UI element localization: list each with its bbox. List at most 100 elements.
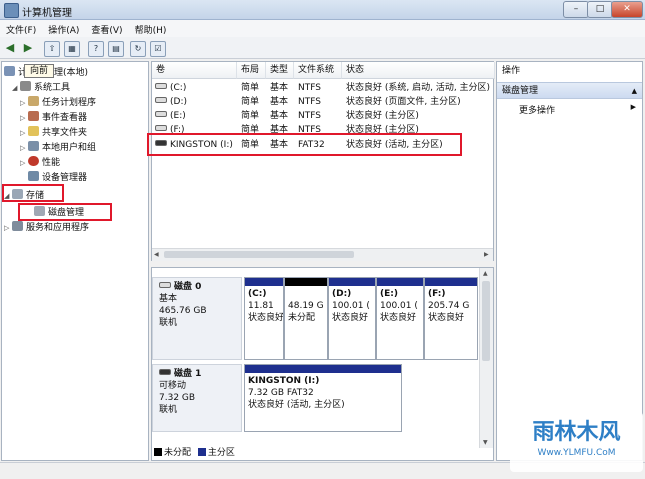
horizontal-scrollbar[interactable]: ◀ ▶ bbox=[152, 248, 493, 261]
navigation-tree: 计算机管理(本地) ◢系统工具 ▷任务计划程序 ▷事件查看器 ▷共享文件夹 ▷本… bbox=[1, 61, 149, 461]
more-actions-label: 更多操作 bbox=[519, 106, 556, 116]
partition-e[interactable]: (E:) 100.01 (状态良好 bbox=[376, 277, 424, 360]
partition-label: (F:) bbox=[428, 289, 446, 299]
tree-item-event-viewer[interactable]: ▷ 事件查看器 bbox=[20, 111, 87, 125]
tree-item-label: 本地用户和组 bbox=[42, 143, 97, 153]
vertical-scrollbar[interactable]: ▲ ▼ bbox=[479, 268, 493, 448]
primary-partition-bar bbox=[377, 278, 423, 286]
partition-size: 205.74 G bbox=[428, 301, 470, 311]
tree-item-local-users[interactable]: ▷ 本地用户和组 bbox=[20, 141, 96, 155]
primary-partition-bar bbox=[425, 278, 477, 286]
maximize-button[interactable]: □ bbox=[587, 1, 613, 18]
tree-item-label: 事件查看器 bbox=[42, 113, 88, 123]
collapse-arrow-icon[interactable]: ◢ bbox=[12, 81, 20, 95]
title-bar: 计算机管理 – □ ✕ bbox=[0, 0, 645, 20]
highlight-storage bbox=[2, 184, 64, 202]
menu-file[interactable]: 文件(F) bbox=[0, 20, 42, 36]
tree-item-system-tools[interactable]: ◢ 系统工具 bbox=[12, 81, 70, 95]
tree-item-services-apps[interactable]: ▷ 服务和应用程序 bbox=[4, 221, 89, 235]
properties-icon[interactable]: ▤ bbox=[108, 41, 124, 57]
more-actions-item[interactable]: 更多操作 bbox=[519, 103, 555, 116]
column-header-type[interactable]: 类型 bbox=[266, 62, 294, 79]
actions-title: 操作 bbox=[502, 66, 521, 76]
expand-arrow-icon[interactable]: ▷ bbox=[4, 221, 12, 235]
volume-name: (C:) bbox=[170, 83, 187, 93]
table-row[interactable]: (D:) 简单 基本 NTFS 状态良好 (页面文件, 主分区) bbox=[152, 95, 495, 109]
partition-size: 48.19 G bbox=[288, 301, 324, 311]
column-header-volume[interactable]: 卷 bbox=[152, 62, 237, 79]
scrollbar-thumb[interactable] bbox=[482, 281, 490, 361]
refresh-icon[interactable]: ↻ bbox=[130, 41, 146, 57]
export-list-icon[interactable]: ☑ bbox=[150, 41, 166, 57]
device-manager-icon bbox=[28, 171, 39, 181]
disk0-info[interactable]: 磁盘 0 基本 465.76 GB 联机 bbox=[152, 277, 242, 360]
disk-layout-area: 磁盘 0 基本 465.76 GB 联机 (C:) 11.81 状态良好 48.19… bbox=[151, 267, 494, 461]
column-header-filesystem[interactable]: 文件系统 bbox=[294, 62, 342, 79]
table-row[interactable]: (E:) 简单 基本 NTFS 状态良好 (主分区) bbox=[152, 109, 495, 123]
partition-status: 状态良好 bbox=[332, 313, 369, 323]
partition-f[interactable]: (F:) 205.74 G 状态良好 bbox=[424, 277, 478, 360]
partition-label: KINGSTON (I:) bbox=[248, 376, 320, 386]
disk1-kind: 可移动 bbox=[159, 381, 187, 391]
up-folder-icon[interactable]: ⇧ bbox=[44, 41, 60, 57]
menu-view[interactable]: 查看(V) bbox=[85, 20, 128, 36]
scroll-left-icon[interactable]: ◀ bbox=[154, 251, 161, 258]
volume-list: 卷 布局 类型 文件系统 状态 (C:) 简单 基本 NTFS 状态良好 (系统… bbox=[151, 61, 495, 261]
disk1-name: 磁盘 1 bbox=[174, 369, 202, 379]
disk1-state: 联机 bbox=[159, 405, 178, 415]
tree-item-performance[interactable]: ▷ 性能 bbox=[20, 156, 60, 170]
tree-item-shared-folders[interactable]: ▷ 共享文件夹 bbox=[20, 126, 87, 140]
expand-arrow-icon[interactable]: ▷ bbox=[20, 111, 28, 125]
help-icon[interactable]: ? bbox=[88, 41, 104, 57]
partition-d[interactable]: (D:) 100.01 ( 状态良好 bbox=[328, 277, 376, 360]
volume-layout: 简单 bbox=[241, 83, 260, 93]
primary-swatch bbox=[197, 448, 206, 456]
tree-item-label: 设备管理器 bbox=[42, 173, 88, 183]
tree-item-label: 性能 bbox=[42, 158, 61, 168]
partition-status: 状态良好 bbox=[428, 313, 465, 323]
partition-label: (E:) bbox=[380, 289, 398, 299]
partition-label: (D:) bbox=[332, 289, 352, 299]
collapse-up-icon[interactable]: ▲ bbox=[632, 83, 637, 100]
partition-c[interactable]: (C:) 11.81 状态良好 bbox=[244, 277, 284, 360]
scroll-right-icon[interactable]: ▶ bbox=[484, 251, 491, 258]
expand-arrow-icon[interactable]: ▷ bbox=[20, 141, 28, 155]
expand-arrow-icon[interactable]: ▷ bbox=[20, 96, 28, 110]
computer-management-icon bbox=[4, 3, 19, 18]
minimize-button[interactable]: – bbox=[563, 1, 589, 18]
window-title: 计算机管理 bbox=[22, 8, 72, 19]
event-log-icon bbox=[28, 111, 39, 121]
tree-item-device-manager[interactable]: 设备管理器 bbox=[28, 171, 87, 185]
column-header-layout[interactable]: 布局 bbox=[237, 62, 266, 79]
menu-action[interactable]: 操作(A) bbox=[42, 20, 85, 36]
forward-arrow-icon[interactable]: ▶ bbox=[21, 41, 35, 55]
volume-filesystem: NTFS bbox=[298, 111, 321, 121]
partition-legend: 未分配 主分区 bbox=[154, 447, 235, 460]
volume-status: 状态良好 (系统, 启动, 活动, 主分区) bbox=[346, 83, 491, 93]
column-header-status[interactable]: 状态 bbox=[342, 62, 495, 79]
partition-kingston[interactable]: KINGSTON (I:) 7.32 GB FAT32 状态良好 (活动, 主分区) bbox=[244, 364, 402, 432]
partition-size: 100.01 ( bbox=[332, 301, 370, 311]
volume-filesystem: NTFS bbox=[298, 83, 321, 93]
submenu-arrow-icon[interactable]: ▶ bbox=[631, 103, 636, 111]
primary-partition-bar bbox=[245, 365, 401, 373]
scroll-up-icon[interactable]: ▲ bbox=[483, 270, 488, 277]
drive-icon bbox=[155, 97, 167, 103]
actions-section-disk-management[interactable]: 磁盘管理 ▲ bbox=[497, 82, 642, 99]
back-arrow-icon[interactable]: ◀ bbox=[3, 41, 17, 55]
actions-section-label: 磁盘管理 bbox=[502, 86, 539, 96]
table-row[interactable]: (C:) 简单 基本 NTFS 状态良好 (系统, 启动, 活动, 主分区) bbox=[152, 81, 495, 95]
primary-partition-bar bbox=[329, 278, 375, 286]
close-button[interactable]: ✕ bbox=[611, 1, 643, 18]
disk1-info[interactable]: 磁盘 1 可移动 7.32 GB 联机 bbox=[152, 364, 242, 432]
expand-arrow-icon[interactable]: ▷ bbox=[20, 156, 28, 170]
volume-filesystem: NTFS bbox=[298, 97, 321, 107]
tree-item-label: 共享文件夹 bbox=[42, 128, 88, 138]
scrollbar-thumb[interactable] bbox=[164, 251, 354, 258]
scroll-down-icon[interactable]: ▼ bbox=[483, 439, 488, 446]
expand-arrow-icon[interactable]: ▷ bbox=[20, 126, 28, 140]
tree-item-task-scheduler[interactable]: ▷ 任务计划程序 bbox=[20, 96, 96, 110]
menu-help[interactable]: 帮助(H) bbox=[129, 20, 173, 36]
partition-unallocated[interactable]: 48.19 G 未分配 bbox=[284, 277, 328, 360]
show-tree-icon[interactable]: ▦ bbox=[64, 41, 80, 57]
